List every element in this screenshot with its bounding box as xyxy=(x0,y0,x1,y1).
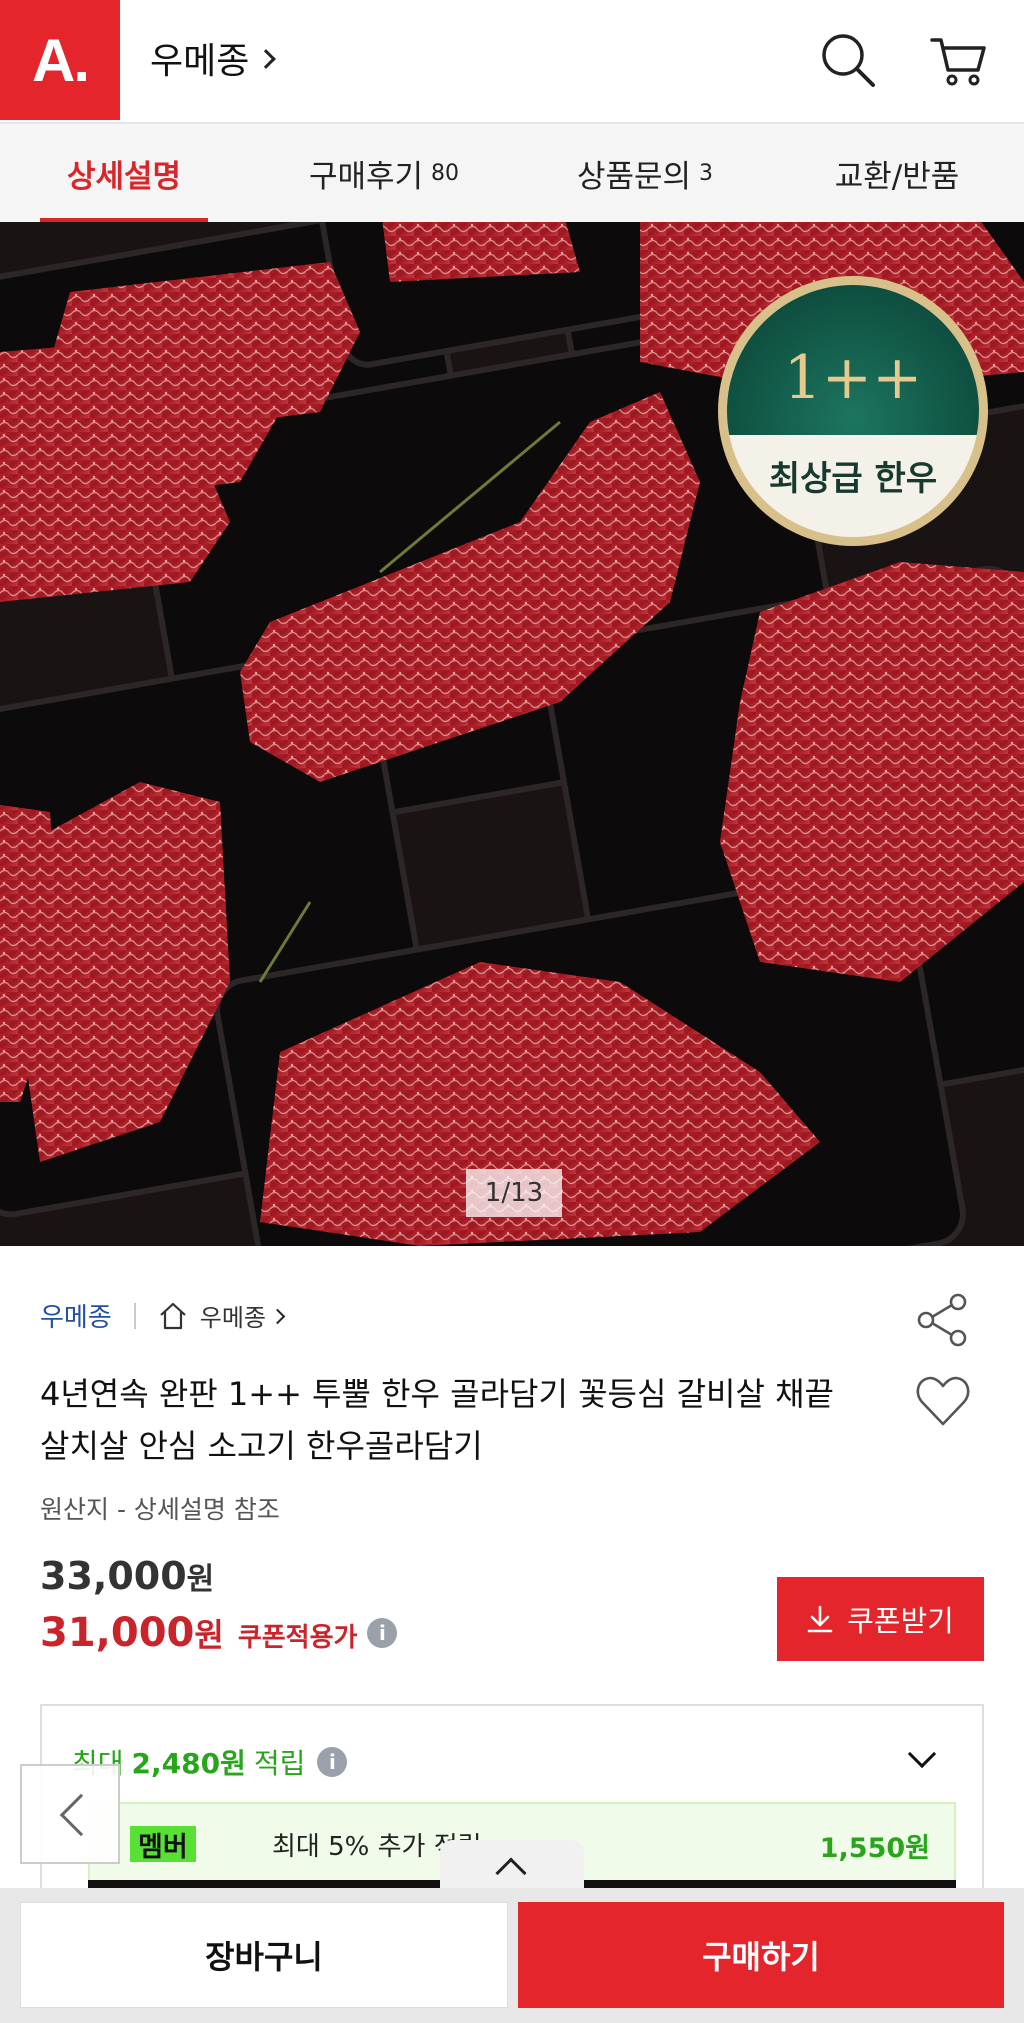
tab-count: 3 xyxy=(699,160,714,186)
member-badge: 멤버 xyxy=(130,1826,196,1863)
bottom-action-bar: 장바구니 구매하기 xyxy=(0,1888,1024,2023)
tab-inquiries[interactable]: 상품문의 3 xyxy=(520,124,770,222)
app-logo[interactable]: A. xyxy=(0,0,120,120)
share-icon[interactable] xyxy=(912,1290,972,1350)
add-to-cart-button[interactable]: 장바구니 xyxy=(20,1902,508,2008)
chevron-right-icon xyxy=(269,1308,286,1325)
original-price-value: 33,000 xyxy=(40,1554,187,1598)
member-reward-amount: 1,550원 xyxy=(819,1833,930,1864)
home-icon xyxy=(160,1302,186,1329)
tab-count: 80 xyxy=(431,160,460,186)
currency-unit: 원 xyxy=(186,1562,215,1597)
coupon-download-button[interactable]: 쿠폰받기 xyxy=(777,1577,984,1661)
chevron-left-icon xyxy=(59,1793,103,1837)
download-icon xyxy=(807,1605,833,1633)
product-tabs: 상세설명 구매후기 80 상품문의 3 교환/반품 xyxy=(0,122,1024,224)
sale-price: 31,000 원 쿠폰적용가 i xyxy=(40,1610,398,1656)
buy-now-button[interactable]: 구매하기 xyxy=(518,1902,1004,2008)
tab-exchange-return[interactable]: 교환/반품 xyxy=(770,124,1024,222)
grade-badge: 1++ 최상급 한우 xyxy=(718,276,988,546)
tab-label: 구매후기 xyxy=(308,158,424,195)
tab-detail[interactable]: 상세설명 xyxy=(0,124,248,224)
image-counter: 1/13 xyxy=(466,1169,562,1217)
chevron-down-icon[interactable] xyxy=(907,1739,937,1769)
seller-row: 우메종 우메종 xyxy=(40,1297,286,1334)
app-header: A. 우메종 xyxy=(0,0,1024,122)
reward-suffix: 적립 xyxy=(253,1747,306,1780)
info-icon[interactable]: i xyxy=(367,1618,398,1648)
tab-reviews[interactable]: 구매후기 80 xyxy=(248,124,520,222)
tab-label: 교환/반품 xyxy=(834,158,960,195)
sale-price-value: 31,000 xyxy=(40,1610,195,1656)
cart-icon[interactable] xyxy=(928,30,988,90)
product-image-carousel[interactable]: 1++ 최상급 한우 1/13 xyxy=(0,222,1024,1246)
currency-unit: 원 xyxy=(194,1616,224,1654)
store-link[interactable]: 우메종 xyxy=(150,32,277,84)
tab-label: 상품문의 xyxy=(576,158,692,195)
badge-grade: 1++ xyxy=(783,343,923,413)
badge-label: 최상급 한우 xyxy=(768,459,938,499)
product-origin: 원산지 - 상세설명 참조 xyxy=(40,1495,280,1524)
coupon-price-label: 쿠폰적용가 xyxy=(237,1623,358,1653)
chevron-up-icon xyxy=(495,1857,527,1889)
search-icon[interactable] xyxy=(818,30,878,90)
seller-home-label: 우메종 xyxy=(199,1304,267,1332)
expand-panel-handle[interactable] xyxy=(440,1840,584,1892)
divider xyxy=(133,1302,136,1329)
chevron-right-icon xyxy=(256,49,277,69)
info-icon[interactable]: i xyxy=(317,1747,348,1777)
back-button[interactable] xyxy=(20,1764,120,1864)
reward-amount: 2,480원 xyxy=(131,1747,246,1780)
tab-label: 상세설명 xyxy=(66,158,182,195)
store-link-label: 우메종 xyxy=(150,41,250,82)
coupon-button-label: 쿠폰받기 xyxy=(847,1606,954,1638)
seller-home-link[interactable]: 우메종 xyxy=(158,1298,286,1333)
original-price: 33,000원 xyxy=(40,1554,214,1598)
product-title: 4년연속 완판 1++ 투뿔 한우 골라담기 꽃등심 갈비살 채끝 살치살 안심… xyxy=(40,1375,834,1465)
heart-icon[interactable] xyxy=(914,1374,972,1428)
seller-name[interactable]: 우메종 xyxy=(40,1297,112,1334)
